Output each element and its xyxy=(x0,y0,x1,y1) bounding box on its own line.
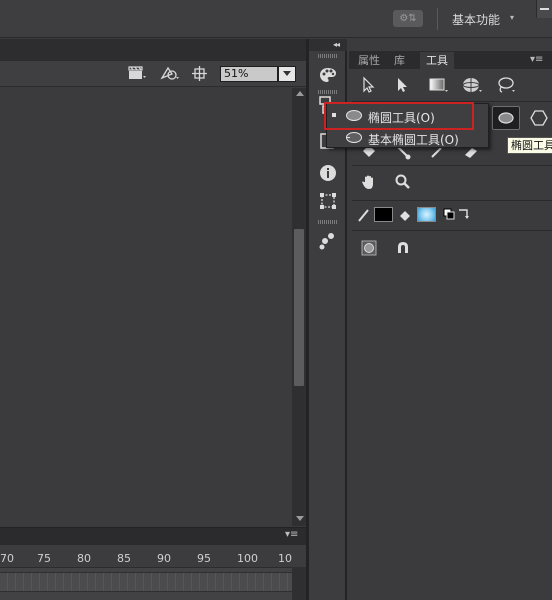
strip-header xyxy=(309,39,347,51)
hand-icon xyxy=(362,175,373,189)
selection-tool-button[interactable] xyxy=(356,73,382,97)
zoom-tool-button[interactable] xyxy=(390,170,416,194)
toolbar-divider xyxy=(437,8,438,30)
edit-symbols-icon[interactable] xyxy=(160,66,180,81)
fill-bucket-icon xyxy=(400,211,410,221)
center-stage-icon[interactable] xyxy=(192,66,207,81)
minimize-icon xyxy=(540,8,549,10)
tab-library[interactable]: 库 xyxy=(388,52,411,69)
palette-icon[interactable] xyxy=(319,66,337,84)
ruler-label: 80 xyxy=(77,552,91,565)
3d-rotation-tool-button[interactable] xyxy=(458,73,484,97)
collapse-panels-icon[interactable]: ◂◂ xyxy=(333,40,340,49)
chevron-down-icon xyxy=(283,71,291,76)
primitive-ellipse-icon xyxy=(346,132,362,143)
sync-settings-button[interactable]: ⚙⇅ xyxy=(393,10,423,27)
scrollbar-thumb[interactable] xyxy=(294,229,304,386)
snap-to-objects-icon[interactable] xyxy=(395,240,411,256)
workspace-switcher[interactable]: 基本功能 xyxy=(452,11,500,28)
components-icon[interactable] xyxy=(319,232,337,250)
lasso-icon xyxy=(498,77,515,93)
grip-icon[interactable] xyxy=(318,90,338,94)
transform-icon[interactable] xyxy=(319,192,337,210)
free-transform-tool-button[interactable] xyxy=(424,73,450,97)
object-drawing-icon[interactable] xyxy=(361,240,377,256)
tool-tooltip: 椭圆工具 xyxy=(507,137,552,154)
ruler-label: 10 xyxy=(278,552,292,565)
ruler-label: 95 xyxy=(197,552,211,565)
info-icon[interactable] xyxy=(319,164,337,182)
free-transform-icon xyxy=(429,78,448,92)
scroll-down-arrow-icon[interactable] xyxy=(296,516,304,521)
polystar-tool-button[interactable] xyxy=(526,106,552,130)
grip-icon[interactable] xyxy=(318,220,338,224)
swap-colors-icon[interactable] xyxy=(457,207,471,221)
ruler-label: 85 xyxy=(117,552,131,565)
default-colors-icon[interactable] xyxy=(443,208,455,220)
stroke-color-pencil-icon xyxy=(358,209,369,222)
tab-properties[interactable]: 属性 xyxy=(352,52,386,69)
ruler-label: 100 xyxy=(237,552,258,565)
tab-tools[interactable]: 工具 xyxy=(420,52,454,69)
timeline-scrollbar[interactable] xyxy=(292,567,306,600)
timeline-menu-icon[interactable]: ▾≡ xyxy=(285,529,298,540)
arrow-pointer-icon xyxy=(363,76,375,93)
edit-scene-icon[interactable] xyxy=(128,66,146,80)
direct-select-icon xyxy=(398,78,407,92)
fill-color-swatch[interactable] xyxy=(417,207,436,222)
tool-group-divider xyxy=(352,200,552,201)
frame-cells[interactable] xyxy=(0,572,292,592)
lasso-tool-button[interactable] xyxy=(492,73,518,97)
animate-app-window: ⚙⇅ 基本功能 ▾ 51% ▾≡ 70 75 80 85 90 95 100 1… xyxy=(0,0,552,600)
scroll-up-arrow-icon[interactable] xyxy=(296,91,304,96)
subselection-tool-button[interactable] xyxy=(390,73,416,97)
chevron-down-icon[interactable]: ▾ xyxy=(510,13,514,22)
stroke-color-swatch[interactable] xyxy=(374,207,393,222)
grip-icon[interactable] xyxy=(318,54,338,58)
ruler-label: 70 xyxy=(0,552,14,565)
tool-group-divider xyxy=(352,165,552,166)
timeline-header xyxy=(0,527,306,545)
zoom-input[interactable]: 51% xyxy=(220,66,278,82)
hand-tool-button[interactable] xyxy=(356,170,382,194)
menu-item-label: 基本椭圆工具(O) xyxy=(368,133,459,147)
panel-menu-icon[interactable]: ▾≡ xyxy=(530,54,543,65)
highlight-annotation-box xyxy=(324,102,474,130)
3d-rotation-icon xyxy=(462,78,482,92)
hexagon-icon xyxy=(530,110,548,126)
tool-group-divider xyxy=(352,230,552,231)
ruler-label: 90 xyxy=(157,552,171,565)
document-tab-strip xyxy=(0,39,306,61)
ellipse-icon xyxy=(498,112,514,124)
stage-canvas[interactable] xyxy=(0,88,292,526)
ruler-label: 75 xyxy=(37,552,51,565)
magnifier-icon xyxy=(395,174,410,189)
